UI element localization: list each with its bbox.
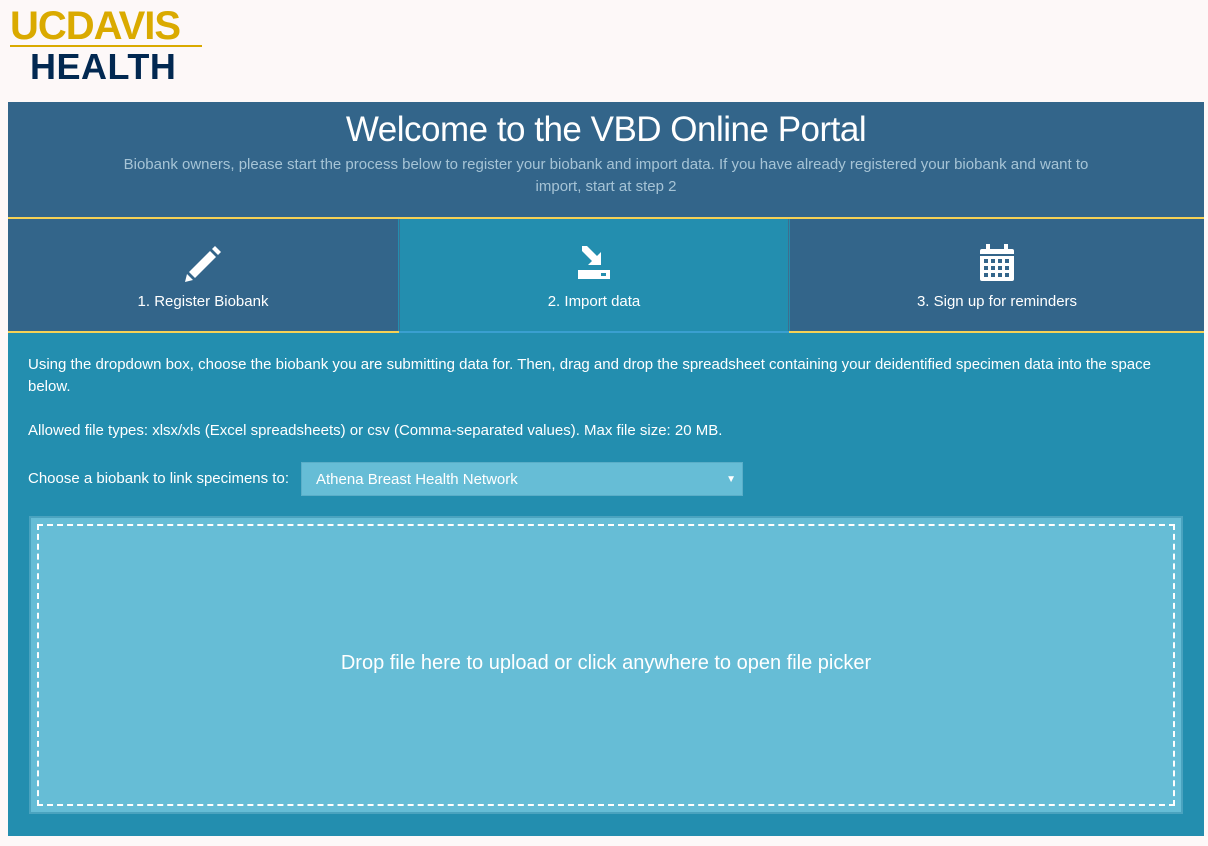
biobank-select[interactable]: Athena Breast Health Network ▼	[301, 462, 743, 496]
portal-header: Welcome to the VBD Online Portal Biobank…	[8, 102, 1204, 217]
caret-down-icon: ▼	[726, 474, 736, 485]
gold-divider	[789, 331, 1204, 333]
biobank-select-label: Choose a biobank to link specimens to:	[28, 470, 289, 487]
logo-line-ucdavis: UCDAVIS	[10, 4, 181, 48]
selected-biobank: Athena Breast Health Network	[316, 471, 518, 488]
tab-label: 1. Register Biobank	[137, 293, 269, 310]
tab-label: 3. Sign up for reminders	[916, 293, 1078, 310]
allowed-file-types: Allowed file types: xlsx/xls (Excel spre…	[28, 422, 723, 439]
file-dropzone[interactable]: Drop file here to upload or click anywhe…	[29, 516, 1183, 814]
step-tabs: 1. Register Biobank 2. Import data 3. Si…	[8, 219, 1204, 332]
tab-import-data[interactable]: 2. Import data	[399, 219, 789, 332]
tab-register-biobank[interactable]: 1. Register Biobank	[8, 219, 398, 332]
portal-panel: Welcome to the VBD Online Portal Biobank…	[8, 102, 1204, 836]
ucdavis-health-logo[interactable]: UCDAVIS HEALTH	[10, 4, 205, 87]
import-icon	[574, 243, 614, 288]
dropzone-message: Drop file here to upload or click anywhe…	[340, 652, 872, 674]
logo-line-health: HEALTH	[30, 46, 177, 87]
page-subtitle: Biobank owners, please start the process…	[123, 156, 1089, 195]
active-tab-indicator	[399, 331, 789, 333]
import-instructions: Using the dropdown box, choose the bioba…	[28, 356, 1151, 395]
tab-sign-up-reminders[interactable]: 3. Sign up for reminders	[790, 219, 1204, 332]
gold-divider	[8, 331, 399, 333]
page-title: Welcome to the VBD Online Portal	[345, 110, 867, 149]
pencil-icon	[183, 243, 223, 288]
biobank-chooser: Choose a biobank to link specimens to: A…	[28, 462, 1184, 496]
calendar-icon	[977, 243, 1017, 288]
tab-label: 2. Import data	[547, 293, 641, 310]
